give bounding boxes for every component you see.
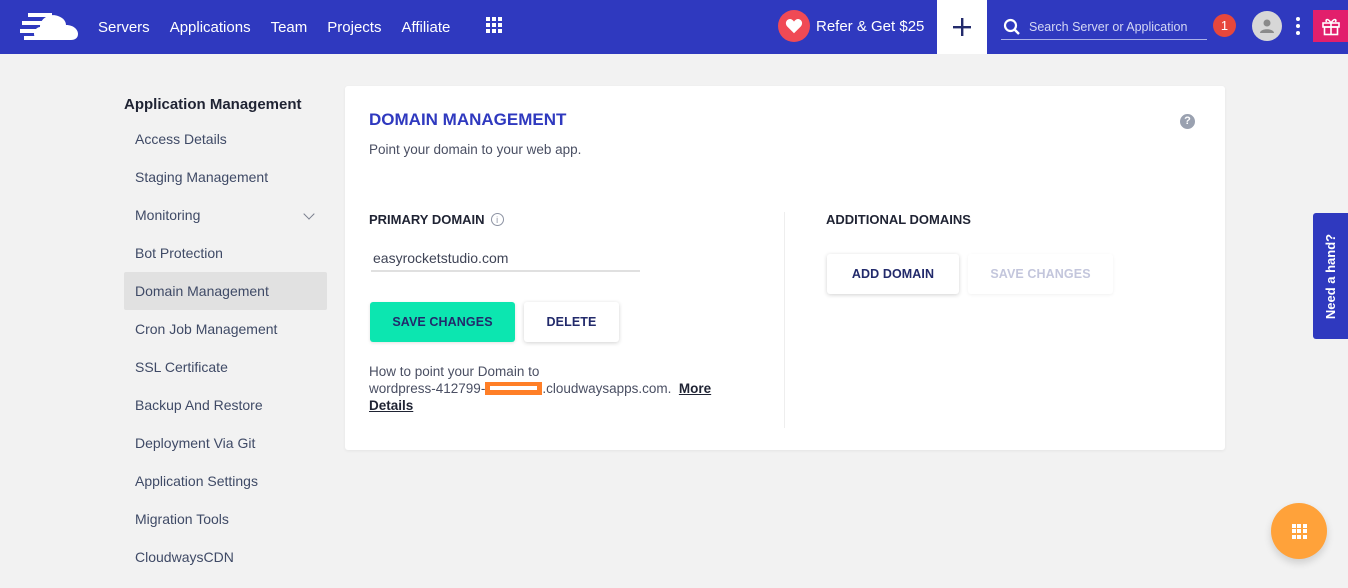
sidebar-item-bot-protection[interactable]: Bot Protection xyxy=(124,234,327,272)
column-divider xyxy=(784,212,785,428)
search-box xyxy=(1001,14,1207,40)
delete-button[interactable]: DELETE xyxy=(524,302,619,342)
gift-button[interactable] xyxy=(1313,10,1348,42)
howto-prefix: wordpress-412799- xyxy=(369,381,486,396)
sidebar-item-domain-management[interactable]: Domain Management xyxy=(124,272,327,310)
need-a-hand-tab[interactable]: Need a hand? xyxy=(1313,213,1348,339)
plus-icon xyxy=(953,18,971,36)
nav-team[interactable]: Team xyxy=(271,19,308,36)
user-avatar[interactable] xyxy=(1252,11,1282,41)
sidebar-item-backup-and-restore[interactable]: Backup And Restore xyxy=(124,386,327,424)
howto-suffix: .cloudwaysapps.com. xyxy=(542,381,672,396)
sidebar-item-label: Monitoring xyxy=(135,207,201,223)
howto-text: How to point your Domain to wordpress-41… xyxy=(369,363,729,414)
sidebar-item-deployment-via-git[interactable]: Deployment Via Git xyxy=(124,424,327,462)
sidebar-item-monitoring[interactable]: Monitoring xyxy=(124,196,327,234)
domain-management-card: DOMAIN MANAGEMENT Point your domain to y… xyxy=(345,86,1225,450)
apps-grid-icon[interactable] xyxy=(486,17,502,33)
nav-applications[interactable]: Applications xyxy=(170,19,251,36)
primary-domain-label-text: PRIMARY DOMAIN xyxy=(369,212,485,227)
refer-label: Refer & Get $25 xyxy=(816,17,925,35)
heart-icon xyxy=(778,10,810,42)
cloudways-logo-icon[interactable] xyxy=(18,10,80,42)
save-changes-button[interactable]: SAVE CHANGES xyxy=(370,302,515,342)
need-a-hand-label: Need a hand? xyxy=(1323,233,1338,319)
page-subtitle: Point your domain to your web app. xyxy=(369,142,582,157)
additional-domains-label: ADDITIONAL DOMAINS xyxy=(826,212,971,227)
chevron-down-icon[interactable] xyxy=(303,208,315,220)
additional-save-changes-button[interactable]: SAVE CHANGES xyxy=(968,254,1113,294)
primary-domain-input[interactable] xyxy=(371,246,640,272)
top-navbar: Servers Applications Team Projects Affil… xyxy=(0,0,1348,54)
nav-affiliate[interactable]: Affiliate xyxy=(401,19,450,36)
sidebar-item-ssl-certificate[interactable]: SSL Certificate xyxy=(124,348,327,386)
sidebar: Application Management Access Details St… xyxy=(124,90,327,576)
refer-button[interactable]: Refer & Get $25 xyxy=(778,10,924,42)
sidebar-item-access-details[interactable]: Access Details xyxy=(124,120,327,158)
sidebar-item-application-settings[interactable]: Application Settings xyxy=(124,462,327,500)
info-icon[interactable]: i xyxy=(490,213,504,226)
floating-menu-button[interactable] xyxy=(1271,503,1327,559)
add-new-button[interactable] xyxy=(937,0,987,54)
help-icon[interactable]: ? xyxy=(1180,114,1195,129)
main-nav: Servers Applications Team Projects Affil… xyxy=(98,0,470,54)
nav-servers[interactable]: Servers xyxy=(98,19,150,36)
search-input[interactable] xyxy=(1029,19,1204,34)
gift-icon xyxy=(1321,18,1340,36)
search-icon xyxy=(1003,18,1020,35)
grid-icon xyxy=(1291,523,1307,539)
sidebar-item-cloudways-cdn[interactable]: CloudwaysCDN xyxy=(124,538,327,576)
user-icon xyxy=(1260,19,1274,33)
sidebar-title: Application Management xyxy=(124,96,302,113)
howto-line1: How to point your Domain to xyxy=(369,364,540,379)
add-domain-button[interactable]: ADD DOMAIN xyxy=(827,254,959,294)
sidebar-item-migration-tools[interactable]: Migration Tools xyxy=(124,500,327,538)
notification-badge[interactable]: 1 xyxy=(1213,14,1236,37)
sidebar-item-staging-management[interactable]: Staging Management xyxy=(124,158,327,196)
more-options-icon[interactable] xyxy=(1295,17,1301,35)
redacted-block xyxy=(485,382,543,395)
nav-projects[interactable]: Projects xyxy=(327,19,381,36)
sidebar-item-cron-job-management[interactable]: Cron Job Management xyxy=(124,310,327,348)
primary-domain-label: PRIMARY DOMAIN i xyxy=(369,212,504,227)
page-title: DOMAIN MANAGEMENT xyxy=(369,110,567,129)
howto-line2: wordpress-412799- .cloudwaysapps.com. Mor… xyxy=(369,380,729,414)
